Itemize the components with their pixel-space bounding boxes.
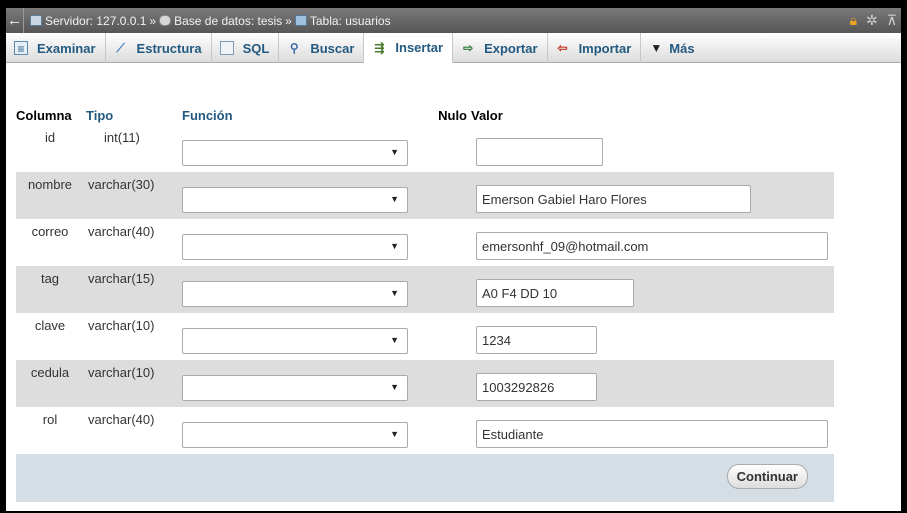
function-select[interactable]: ▼ — [182, 234, 408, 260]
gear-icon[interactable]: ✲ — [866, 12, 878, 29]
column-type: varchar(40) — [88, 224, 155, 239]
column-type: varchar(10) — [88, 365, 155, 380]
column-type: varchar(30) — [88, 177, 155, 192]
tab-importar[interactable]: ⇦ Importar — [548, 33, 642, 63]
value-input[interactable]: Estudiante — [476, 420, 828, 448]
header-funcion[interactable]: Función — [182, 105, 429, 125]
database-icon — [159, 15, 172, 26]
sql-icon — [219, 41, 234, 55]
tab-examinar[interactable]: ≡ Examinar — [6, 33, 106, 63]
tab-buscar[interactable]: ⚲ Buscar — [279, 33, 365, 63]
tab-insertar[interactable]: ⇶ Insertar — [364, 33, 454, 63]
function-select[interactable]: ▼ — [182, 140, 408, 166]
chevron-down-icon: ▼ — [390, 382, 399, 392]
value-input[interactable]: A0 F4 DD 10 — [476, 279, 634, 307]
structure-icon: ⟋ — [116, 41, 125, 55]
header-valor: Valor — [471, 107, 503, 123]
column-type: varchar(10) — [88, 318, 155, 333]
breadcrumb: Servidor: 127.0.0.1 » Base de datos: tes… — [30, 14, 391, 28]
chevron-down-icon: ▼ — [390, 241, 399, 251]
function-select[interactable]: ▼ — [182, 281, 408, 307]
import-icon: ⇦ — [557, 41, 568, 55]
chevron-down-icon: ▼ — [390, 429, 399, 439]
tab-label: Insertar — [395, 40, 444, 55]
breadcrumb-separator: » — [149, 13, 157, 28]
column-name: rol — [42, 412, 58, 427]
table-row: clave varchar(10) ▼ 1234 — [16, 313, 834, 360]
table-row: nombre varchar(30) ▼ Emerson Gabiel Haro… — [16, 172, 834, 219]
server-icon — [30, 15, 42, 26]
tab-sql[interactable]: SQL — [212, 33, 280, 63]
value-input[interactable]: 1234 — [476, 326, 597, 354]
arrow-left-icon[interactable]: ← — [6, 8, 24, 33]
tab-exportar[interactable]: ⇨ Exportar — [453, 33, 548, 63]
header-nulo: Nulo — [438, 107, 467, 123]
tab-label: Exportar — [484, 40, 538, 56]
tab-mas[interactable]: ▼ Más — [641, 33, 703, 63]
table-row: rol varchar(40) ▼ Estudiante — [16, 407, 834, 454]
table-icon — [294, 15, 307, 26]
column-name: cedula — [30, 365, 70, 380]
tab-label: Examinar — [37, 40, 96, 56]
form-footer: Continuar — [16, 454, 834, 502]
tab-label: Más — [669, 40, 695, 56]
header-tipo[interactable]: Tipo — [84, 105, 182, 125]
column-name: tag — [40, 271, 60, 286]
continuar-button[interactable]: Continuar — [726, 464, 808, 489]
tab-estructura[interactable]: ⟋ Estructura — [106, 33, 212, 63]
column-name: clave — [34, 318, 66, 333]
breadcrumb-bar: ← Servidor: 127.0.0.1 » Base de datos: t… — [6, 8, 901, 33]
chevron-down-icon: ▼ — [390, 147, 399, 157]
column-name: id — [44, 130, 56, 145]
tab-label: Buscar — [310, 40, 355, 56]
chevron-down-icon: ▼ — [390, 335, 399, 345]
value-input[interactable] — [476, 138, 603, 166]
function-select[interactable]: ▼ — [182, 422, 408, 448]
chevron-down-icon: ▼ — [390, 194, 399, 204]
table-row: cedula varchar(10) ▼ 1003292826 — [16, 360, 834, 407]
chevron-down-icon: ▼ — [390, 288, 399, 298]
export-icon: ⇨ — [463, 41, 474, 55]
dropdown-triangle-icon: ▼ — [650, 41, 663, 55]
insert-icon: ⇶ — [374, 40, 385, 55]
column-name: correo — [31, 224, 69, 239]
insert-form-table: Columna Tipo Función Nulo Valor id int(1… — [16, 105, 834, 502]
breadcrumb-separator: » — [285, 13, 292, 28]
column-type: varchar(15) — [88, 271, 155, 286]
phpmyadmin-window: ← Servidor: 127.0.0.1 » Base de datos: t… — [6, 8, 901, 511]
collapse-icon[interactable]: ⊼ — [887, 12, 897, 29]
column-name: nombre — [27, 177, 73, 192]
function-select[interactable]: ▼ — [182, 187, 408, 213]
lock-icon[interactable]: 🔒︎ — [850, 12, 857, 29]
column-type: varchar(40) — [88, 412, 155, 427]
breadcrumb-server[interactable]: Servidor: 127.0.0.1 — [45, 14, 146, 28]
tab-label: Importar — [578, 40, 632, 56]
tab-label: SQL — [242, 40, 270, 56]
table-row: tag varchar(15) ▼ A0 F4 DD 10 — [16, 266, 834, 313]
function-select[interactable]: ▼ — [182, 328, 408, 354]
breadcrumb-database[interactable]: Base de datos: tesis — [174, 14, 282, 28]
breadcrumb-table[interactable]: Tabla: usuarios — [310, 14, 391, 28]
browse-icon: ≡ — [14, 41, 28, 56]
header-columna: Columna — [16, 107, 72, 123]
value-input[interactable]: 1003292826 — [476, 373, 597, 401]
function-select[interactable]: ▼ — [182, 375, 408, 401]
value-input[interactable]: emersonhf_09@hotmail.com — [476, 232, 828, 260]
search-icon: ⚲ — [289, 41, 299, 55]
value-input[interactable]: Emerson Gabiel Haro Flores — [476, 185, 751, 213]
table-row: id int(11) ▼ — [16, 125, 834, 172]
table-row: correo varchar(40) ▼ emersonhf_09@hotmai… — [16, 219, 834, 266]
table-menu-tabs: ≡ Examinar ⟋ Estructura SQL ⚲ Buscar ⇶ I… — [6, 33, 901, 63]
column-type: int(11) — [104, 130, 140, 145]
tab-label: Estructura — [136, 40, 202, 56]
